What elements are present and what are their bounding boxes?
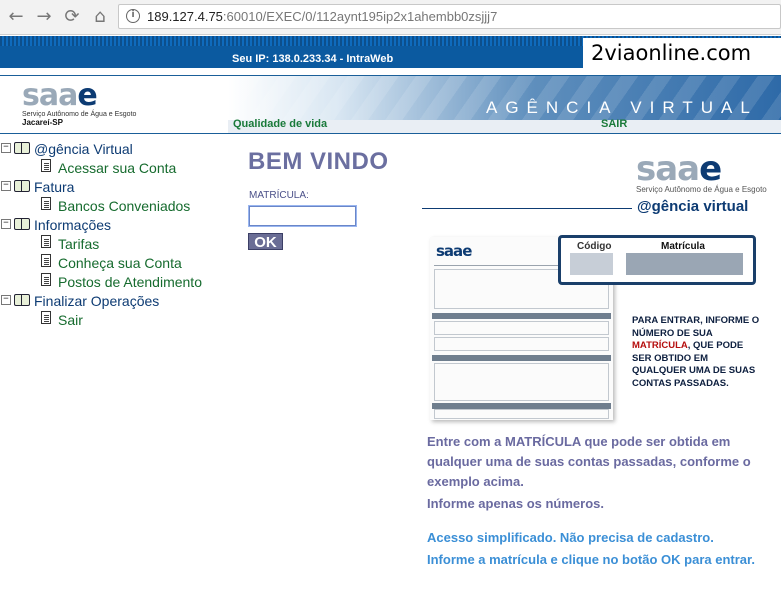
ok-button[interactable]: OK [248,233,283,251]
callout-codigo-box [570,253,613,275]
menu-item-sair[interactable]: Sair [58,312,83,328]
header-banner: saae Serviço Autônomo de Água e Esgoto J… [0,75,781,134]
saae-logo-word: saae [22,78,98,113]
watermark-2viaonline: 2viaonline.com [583,38,781,68]
page-title: BEM VINDO [248,148,389,175]
address-bar[interactable]: i 189.127.4.75:60010/EXEC/0/112aynt195ip… [118,4,781,29]
info-text-4: Informe a matrícula e clique no botão OK… [427,552,755,567]
info-text-1: Entre com a MATRÍCULA que pode ser obtid… [427,434,751,489]
page-icon [41,311,51,324]
bill-cell [434,337,609,351]
collapse-toggle-icon[interactable]: − [1,219,11,229]
saae-logo-subtitle: Serviço Autônomo de Água e Esgoto [22,111,137,118]
agencia-virtual-label: @gência virtual [637,198,749,215]
back-icon[interactable]: ← [6,7,26,27]
url-text[interactable]: 189.127.4.75:60010/EXEC/0/112aynt195ip2x… [147,9,497,24]
forward-icon[interactable]: → [34,7,54,27]
menu-item-conheca-conta[interactable]: Conheça sua Conta [58,255,182,271]
book-icon [14,141,30,154]
book-icon [14,217,30,230]
bill-logo: saae [436,242,472,260]
saae-logo-large-subtitle: Serviço Autônomo de Água e Esgoto [636,185,767,194]
menu-group-fatura[interactable]: Fatura [34,179,74,195]
bill-cell [434,409,609,419]
menu-group-agencia-virtual[interactable]: @gência Virtual [34,141,133,157]
page-icon [41,273,51,286]
book-icon [14,293,30,306]
url-path: :60010/EXEC/0/112aynt195ip2x1ahembb0zsjj… [222,9,498,24]
browser-toolbar: ← → ⟳ ⌂ i 189.127.4.75:60010/EXEC/0/112a… [0,0,781,35]
menu-item-postos-atendimento[interactable]: Postos de Atendimento [58,274,202,290]
home-icon[interactable]: ⌂ [90,7,110,27]
saae-logo-large-word: saae [636,149,722,189]
bill-bar [432,313,611,319]
slogan: Qualidade de vida [233,118,328,130]
sair-link[interactable]: SAIR [601,118,627,130]
bill-bar [432,355,611,361]
saae-logo[interactable]: saae Serviço Autônomo de Água e Esgoto J… [22,78,137,128]
matricula-input[interactable] [249,206,356,226]
callout-matricula-box [626,253,743,275]
url-host: 189.127.4.75 [147,9,223,24]
callout-codigo-label: Código [577,241,612,252]
book-icon [14,179,30,192]
menu-item-bancos-conveniados[interactable]: Bancos Conveniados [58,198,190,214]
menu-item-acessar-conta[interactable]: Acessar sua Conta [58,160,176,176]
collapse-toggle-icon[interactable]: − [1,143,11,153]
collapse-toggle-icon[interactable]: − [1,181,11,191]
bill-callout: Código Matrícula [558,235,756,285]
collapse-toggle-icon[interactable]: − [1,295,11,305]
divider-line [422,208,632,209]
bill-cell [434,363,609,401]
bill-cell [434,321,609,335]
saae-logo-large: saae Serviço Autônomo de Água e Esgoto [636,149,767,194]
info-text-3: Acesso simplificado. Não precisa de cada… [427,530,714,545]
info-icon[interactable]: i [126,9,140,23]
page-icon [41,159,51,172]
menu-group-finalizar[interactable]: Finalizar Operações [34,293,159,309]
saae-logo-city: Jacareí-SP [22,118,63,127]
page-icon [41,197,51,210]
agencia-virtual-title: AGÊNCIA VIRTUAL [486,98,758,117]
callout-matricula-label: Matrícula [661,241,705,252]
page-icon [41,254,51,267]
menu-item-tarifas[interactable]: Tarifas [58,236,99,252]
instructions-text: PARA ENTRAR, INFORME O NÚMERO DE SUA MAT… [632,315,760,389]
info-text-2: Informe apenas os números. [427,496,604,511]
reload-icon[interactable]: ⟳ [62,7,82,27]
matricula-label: MATRÍCULA: [249,190,309,201]
page-icon [41,235,51,248]
menu-group-informacoes[interactable]: Informações [34,217,111,233]
